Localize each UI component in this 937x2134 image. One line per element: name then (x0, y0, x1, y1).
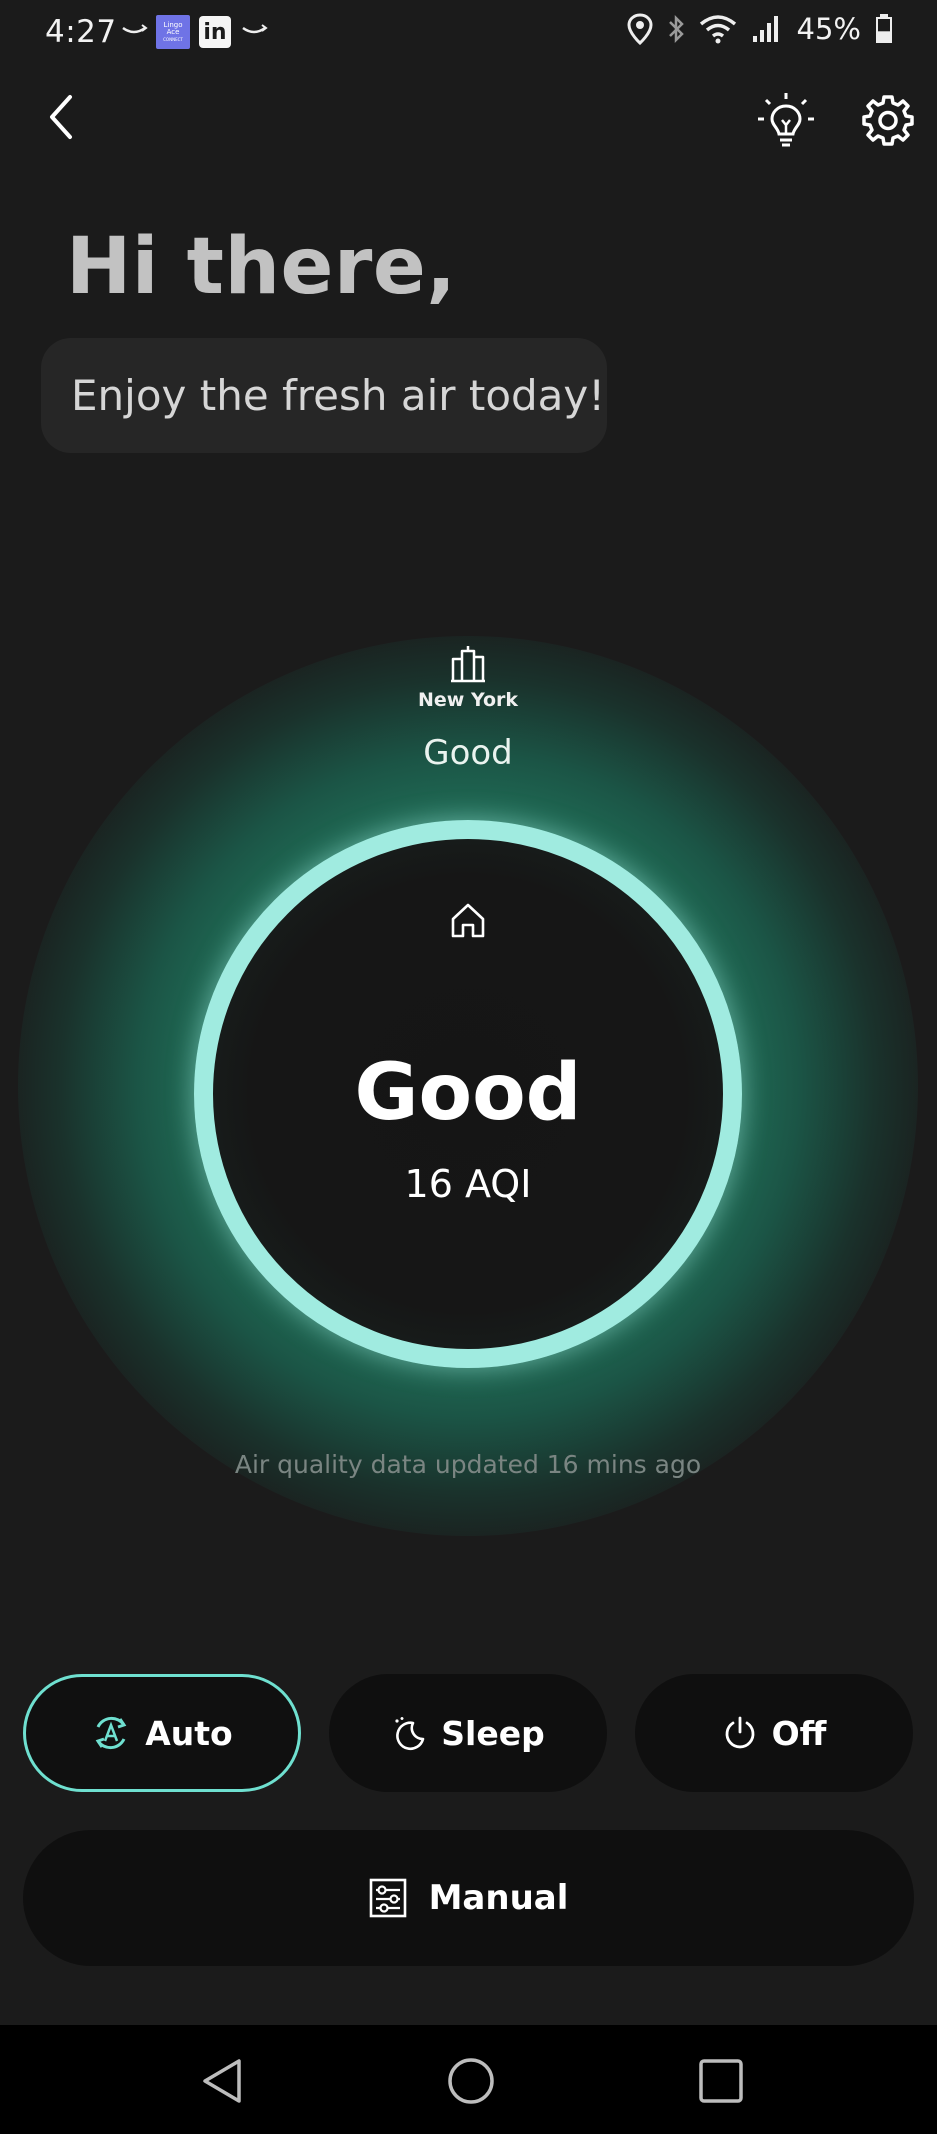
nav-recents-icon (699, 2059, 743, 2103)
home-icon (451, 903, 485, 938)
nav-recents-button[interactable] (693, 2053, 749, 2109)
system-nav-bar (0, 2025, 937, 2134)
amazon-smile-icon (120, 14, 148, 44)
manual-mode-button[interactable]: Manual (23, 1830, 914, 1966)
auto-mode-label: Auto (145, 1713, 233, 1753)
greeting-message: Enjoy the fresh air today! (71, 371, 606, 420)
chevron-left-icon (50, 95, 72, 139)
location-icon (627, 13, 653, 45)
off-mode-button[interactable]: Off (635, 1674, 913, 1792)
linkedin-icon: in (199, 16, 231, 48)
greeting-title: Hi there, (66, 222, 457, 312)
bluetooth-icon (668, 14, 684, 44)
battery-percent: 45% (796, 12, 861, 46)
linkedin-label: in (203, 19, 227, 45)
indoor-status: Good (354, 1048, 582, 1138)
city-buildings-icon (451, 646, 485, 683)
indoor-aqi: 16 AQI (404, 1162, 532, 1206)
outdoor-city: New York (417, 689, 519, 711)
back-button[interactable] (34, 86, 88, 148)
auto-mode-icon (95, 1716, 127, 1750)
lightbulb-icon (758, 93, 814, 147)
nav-back-icon (203, 2059, 241, 2103)
system-status-icons: 45% (627, 12, 893, 46)
outdoor-status: Good (423, 733, 513, 773)
lingoace-icon: Lingo Ace CONNECT (156, 15, 190, 49)
nav-back-button[interactable] (195, 2053, 251, 2109)
air-purifier-screen: 4:27 Lingo Ace CONNECT in 45% Hi there, … (0, 0, 937, 2134)
wifi-icon (699, 15, 736, 44)
power-icon (725, 1716, 754, 1749)
status-bar: 4:27 Lingo Ace CONNECT in 45% (0, 0, 937, 64)
off-mode-label: Off (771, 1713, 827, 1753)
moon-icon (395, 1717, 425, 1751)
sleep-mode-label: Sleep (441, 1713, 545, 1753)
updated-timestamp: Air quality data updated 16 mins ago (234, 1450, 702, 1479)
tips-button[interactable] (752, 86, 820, 154)
battery-icon (876, 14, 892, 43)
amazon-smile-icon (240, 14, 268, 44)
nav-home-button[interactable] (443, 2053, 499, 2109)
lingoace-sub: CONNECT (163, 36, 183, 42)
gear-icon (862, 95, 914, 146)
signal-icon (752, 16, 778, 42)
status-time: 4:27 (45, 14, 117, 50)
sleep-mode-button[interactable]: Sleep (329, 1674, 607, 1792)
nav-home-icon (448, 2058, 494, 2104)
lingoace-label: Lingo Ace (163, 20, 183, 36)
auto-mode-button[interactable]: Auto (23, 1674, 301, 1792)
manual-mode-label: Manual (428, 1878, 569, 1918)
settings-button[interactable] (854, 86, 922, 154)
greeting-message-card: Enjoy the fresh air today! (41, 338, 607, 453)
sliders-icon (369, 1878, 406, 1918)
